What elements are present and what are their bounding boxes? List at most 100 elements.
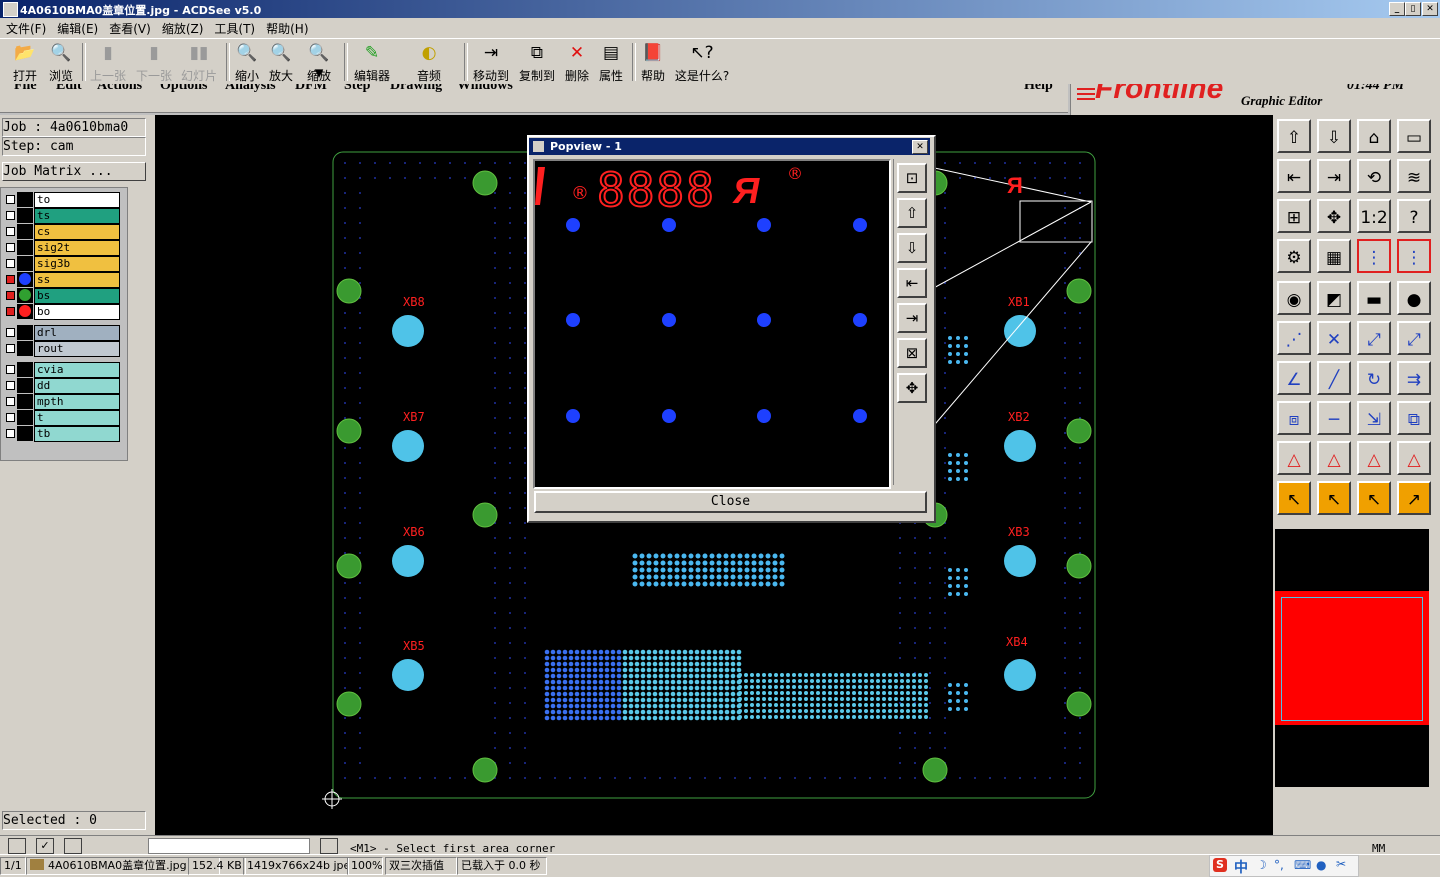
popview-tool-2-icon[interactable]: ⇧ [897, 198, 927, 228]
popview-close-button[interactable]: Close [534, 491, 927, 513]
slideshow-button[interactable]: ▮▮ 幻灯片 [178, 43, 220, 84]
popview-tool-4-icon[interactable]: ⇤ [897, 268, 927, 298]
tool-mode-1-icon[interactable]: △ [1277, 441, 1311, 475]
fl-menu-analysis[interactable]: Analysis [225, 84, 276, 94]
next-image-button[interactable]: ▮ 下一张 [133, 43, 175, 84]
fl-menu-file[interactable]: File [14, 84, 37, 94]
command-input[interactable] [148, 838, 310, 854]
tool-mode-4-icon[interactable]: △ [1397, 441, 1431, 475]
layer-checkbox[interactable] [6, 397, 15, 406]
layer-checkbox[interactable] [6, 381, 15, 390]
audio-button[interactable]: ◐ 音频 [408, 43, 450, 84]
tool-shape-1-icon[interactable]: ⧈ [1277, 401, 1311, 435]
tool-node-3-icon[interactable]: ⤢ [1357, 321, 1391, 355]
layer-checkbox[interactable] [6, 344, 15, 353]
tool-pointer-4-icon[interactable]: ↗ [1397, 481, 1431, 515]
popview-close-icon[interactable]: ✕ [912, 140, 928, 154]
check-icon[interactable]: ✓ [36, 838, 54, 854]
tool-view-4-icon[interactable]: ? [1397, 199, 1431, 233]
tool-shape-2-icon[interactable]: ─ [1317, 401, 1351, 435]
prompt-tool-4[interactable] [320, 838, 338, 854]
overview-window-frame[interactable] [1281, 597, 1423, 721]
layer-row-cvia[interactable]: cvia [3, 362, 120, 378]
layer-row-sig2t[interactable]: sig2t [3, 240, 120, 256]
tool-layout-1-icon[interactable]: ⇧ [1277, 119, 1311, 153]
fl-menu-actions[interactable]: Actions [97, 84, 142, 94]
tool-move-3-icon[interactable]: ⟲ [1357, 159, 1391, 193]
ime-mode[interactable]: 中 [1234, 857, 1248, 877]
zoom-button[interactable]: 🔍▾ 缩放 [298, 43, 340, 84]
layer-row-dd[interactable]: dd [3, 378, 120, 394]
properties-button[interactable]: ▤ 属性 [590, 43, 632, 84]
tool-edit-2-icon[interactable]: ╱ [1317, 361, 1351, 395]
tool-mode-3-icon[interactable]: △ [1357, 441, 1391, 475]
help-button[interactable]: 📕 帮助 [632, 43, 674, 84]
tool-pointer-3-icon[interactable]: ↖ [1357, 481, 1391, 515]
fl-menu-options[interactable]: Options [160, 84, 207, 94]
tool-view-3-icon[interactable]: 1:2 [1357, 199, 1391, 233]
job-matrix-button[interactable]: Job Matrix ... [2, 162, 146, 181]
minimize-button[interactable]: _ [1389, 2, 1405, 16]
zoom-in-button[interactable]: 🔍 放大 [260, 43, 302, 84]
prev-image-button[interactable]: ▮ 上一张 [87, 43, 129, 84]
tool-shape-4-icon[interactable]: ⧉ [1397, 401, 1431, 435]
tool-node-1-icon[interactable]: ⋰ [1277, 321, 1311, 355]
tool-config-1-icon[interactable]: ⚙ [1277, 239, 1311, 273]
tool-edit-1-icon[interactable]: ∠ [1277, 361, 1311, 395]
tool-move-2-icon[interactable]: ⇥ [1317, 159, 1351, 193]
tool-move-1-icon[interactable]: ⇤ [1277, 159, 1311, 193]
layer-row-ss[interactable]: ss [3, 272, 120, 288]
tool-pointer-1-icon[interactable]: ↖ [1277, 481, 1311, 515]
layer-row-bo[interactable]: bo [3, 304, 120, 320]
layer-row-mpth[interactable]: mpth [3, 394, 120, 410]
ime-toolbar[interactable]: S 中 ☽ °, ⌨ ● ✂ [1209, 855, 1359, 877]
layer-row-drl[interactable]: drl [3, 325, 120, 341]
fl-menu-windows[interactable]: Windows [457, 84, 513, 94]
fl-menu-dfm[interactable]: DFM [295, 84, 327, 94]
layer-checkbox[interactable] [6, 429, 15, 438]
tool-layout-4-icon[interactable]: ▭ [1397, 119, 1431, 153]
tool-select-3-icon[interactable]: ▬ [1357, 281, 1391, 315]
layer-checkbox[interactable] [6, 227, 15, 236]
menu-edit[interactable]: 编辑(E) [51, 18, 103, 37]
layer-row-rout[interactable]: rout [3, 341, 120, 357]
tool-node-4-icon[interactable]: ⤢ [1397, 321, 1431, 355]
close-button[interactable]: ✕ [1422, 2, 1438, 16]
tool-layout-3-icon[interactable]: ⌂ [1357, 119, 1391, 153]
layer-checkbox[interactable] [6, 365, 15, 374]
tool-select-1-icon[interactable]: ◉ [1277, 281, 1311, 315]
tool-edit-3-icon[interactable]: ↻ [1357, 361, 1391, 395]
layer-row-tb[interactable]: tb [3, 426, 120, 442]
layer-checkbox[interactable] [6, 307, 15, 316]
popview-tool-6-icon[interactable]: ⊠ [897, 338, 927, 368]
fl-menu-help[interactable]: Help [1024, 84, 1053, 94]
layer-checkbox[interactable] [6, 243, 15, 252]
tool-select-4-icon[interactable]: ● [1397, 281, 1431, 315]
whats-this-button[interactable]: ↖? 这是什么? [672, 43, 732, 84]
prompt-tool-3[interactable] [64, 838, 82, 854]
layer-row-sig3b[interactable]: sig3b [3, 256, 120, 272]
editor-button[interactable]: ✎ 编辑器 [351, 43, 393, 84]
tool-view-1-icon[interactable]: ⊞ [1277, 199, 1311, 233]
popview-tool-7-icon[interactable]: ✥ [897, 373, 927, 403]
tool-node-2-icon[interactable]: ✕ [1317, 321, 1351, 355]
menu-help[interactable]: 帮助(H) [260, 18, 313, 37]
tool-layout-2-icon[interactable]: ⇩ [1317, 119, 1351, 153]
layer-checkbox[interactable] [6, 328, 15, 337]
browse-button[interactable]: 🔍 浏览 [40, 43, 82, 84]
layer-checkbox[interactable] [6, 259, 15, 268]
layer-checkbox[interactable] [6, 195, 15, 204]
tool-select-2-icon[interactable]: ◩ [1317, 281, 1351, 315]
layer-checkbox[interactable] [6, 413, 15, 422]
tool-config-3-icon[interactable]: ⋮ [1357, 239, 1391, 273]
tool-config-4-icon[interactable]: ⋮ [1397, 239, 1431, 273]
menu-tools[interactable]: 工具(T) [208, 18, 260, 37]
tool-config-2-icon[interactable]: ▦ [1317, 239, 1351, 273]
menu-file[interactable]: 文件(F) [0, 18, 51, 37]
prompt-tool-1[interactable] [8, 838, 26, 854]
layer-row-t[interactable]: t [3, 410, 120, 426]
layer-row-ts[interactable]: ts [3, 208, 120, 224]
layer-checkbox[interactable] [6, 291, 15, 300]
tool-view-2-icon[interactable]: ✥ [1317, 199, 1351, 233]
tool-move-4-icon[interactable]: ≋ [1397, 159, 1431, 193]
